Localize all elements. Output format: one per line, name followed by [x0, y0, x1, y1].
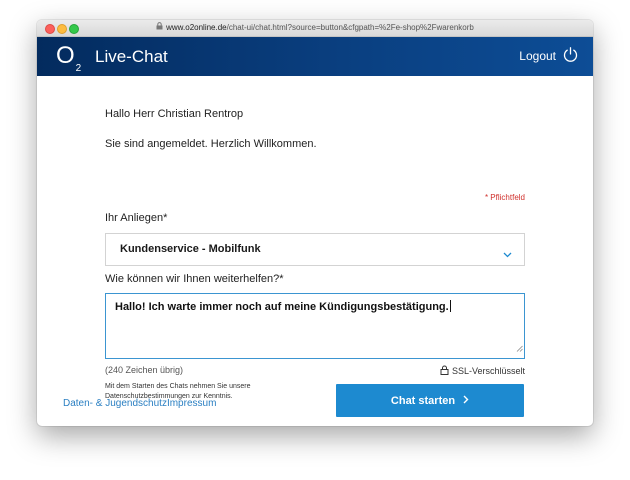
power-icon	[562, 46, 579, 66]
page-title: Live-Chat	[95, 47, 168, 66]
url-path: /chat-ui/chat.html?source=button&cfgpath…	[226, 23, 474, 33]
concern-selected-value: Kundenservice - Mobilfunk	[120, 243, 261, 255]
help-label: Wie können wir Ihnen weiterhelfen?*	[105, 273, 284, 285]
site-header: O2 Live-Chat Logout	[37, 37, 593, 76]
privacy-link[interactable]: Daten- & Jugendschutz	[63, 398, 167, 409]
required-note: * Pflichtfeld	[484, 193, 525, 202]
imprint-link[interactable]: Impressum	[167, 398, 216, 409]
greeting-text: Hallo Herr Christian Rentrop	[105, 108, 244, 120]
message-text: Hallo! Ich warte immer noch auf meine Kü…	[115, 301, 449, 313]
o2-logo: O2	[56, 42, 81, 81]
logo-text: O	[56, 42, 75, 69]
ssl-indicator: SSL-Verschlüsselt	[440, 365, 525, 377]
chat-start-label: Chat starten	[390, 394, 456, 407]
welcome-text: Sie sind angemeldet. Herzlich Willkommen…	[105, 138, 317, 150]
ssl-label: SSL-Verschlüsselt	[451, 366, 525, 376]
lock-icon	[440, 365, 449, 377]
message-textarea[interactable]: Hallo! Ich warte immer noch auf meine Kü…	[105, 293, 525, 359]
concern-label: Ihr Anliegen*	[105, 212, 168, 224]
lock-icon	[156, 22, 163, 34]
logo-sub: 2	[75, 62, 82, 74]
url-host: www.o2online.de	[166, 23, 227, 33]
logout-label: Logout	[519, 49, 556, 63]
chevron-down-icon	[503, 245, 512, 263]
chevron-right-icon	[463, 395, 469, 407]
address-bar[interactable]: www.o2online.de/chat-ui/chat.html?source…	[37, 22, 593, 34]
resize-handle-icon[interactable]	[516, 339, 523, 357]
browser-titlebar: www.o2online.de/chat-ui/chat.html?source…	[37, 20, 593, 37]
browser-window: www.o2online.de/chat-ui/chat.html?source…	[37, 20, 593, 426]
footer-links: Daten- & JugendschutzImpressum	[63, 398, 216, 409]
logout-button[interactable]: Logout	[519, 46, 579, 66]
chars-remaining: (240 Zeichen übrig)	[105, 365, 184, 375]
chat-start-button[interactable]: Chat starten	[336, 384, 524, 417]
concern-select[interactable]: Kundenservice - Mobilfunk	[105, 233, 525, 266]
